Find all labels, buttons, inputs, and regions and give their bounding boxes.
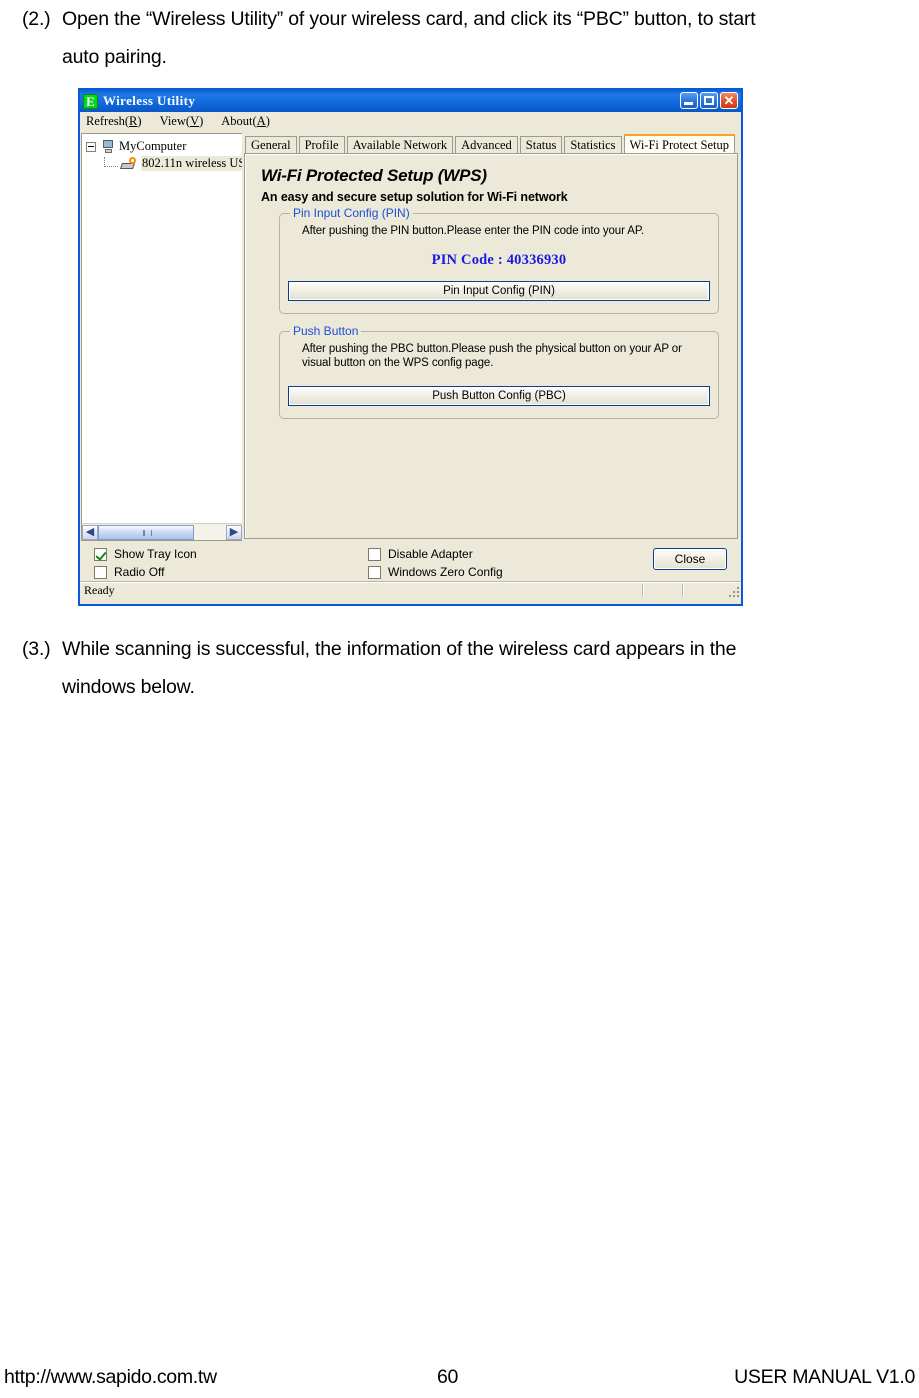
step-text-line2: auto pairing. (62, 46, 167, 68)
tree-row-adapter[interactable]: 802.11n wireless USB (86, 155, 242, 172)
push-button-config-button[interactable]: Push Button Config (PBC) (288, 386, 710, 406)
device-tree[interactable]: MyComputer 802.11n wireless USB (82, 134, 242, 523)
status-divider-2 (682, 584, 683, 597)
maximize-icon (704, 96, 714, 105)
page-footer: http://www.sapido.com.tw 60 USER MANUAL … (0, 1366, 919, 1398)
app-icon: E (83, 93, 98, 109)
instruction-step-2: (2.) Open the “Wireless Utility” of your… (0, 0, 898, 76)
step-number: (2.) (22, 8, 51, 30)
pin-code-value: PIN Code : 40336930 (431, 252, 567, 268)
show-tray-icon-label: Show Tray Icon (114, 547, 197, 561)
device-tree-panel[interactable]: MyComputer 802.11n wireless USB ◀ ▶ (81, 133, 242, 541)
minimize-button[interactable] (680, 92, 698, 109)
pin-input-config-group: Pin Input Config (PIN) After pushing the… (279, 206, 719, 314)
radio-off-label: Radio Off (114, 565, 165, 579)
wps-subtitle: An easy and secure setup solution for Wi… (261, 190, 568, 204)
wps-title: Wi-Fi Protected Setup (WPS) (261, 166, 487, 185)
scroll-thumb[interactable] (98, 524, 194, 540)
tab-status[interactable]: Status (519, 136, 563, 153)
step-text: Open the “Wireless Utility” of your wire… (62, 0, 898, 76)
checkbox-row-show-tray-icon[interactable]: Show Tray Icon (94, 545, 197, 563)
windows-zero-config-label: Windows Zero Config (388, 565, 503, 579)
step-text-line1: While scanning is successful, the inform… (62, 638, 737, 660)
scroll-left-icon[interactable]: ◀ (82, 524, 98, 540)
window-title: Wireless Utility (103, 93, 196, 108)
windows-zero-config-checkbox[interactable] (368, 565, 381, 579)
push-button-group: Push Button After pushing the PBC button… (279, 324, 719, 419)
close-button[interactable]: Close (653, 548, 727, 570)
footer-manual-version: USER MANUAL V1.0 (734, 1366, 915, 1388)
menu-item-view[interactable]: View(V) (160, 114, 204, 129)
step-text-line1: Open the “Wireless Utility” of your wire… (62, 8, 756, 30)
tree-label-root: MyComputer (119, 139, 187, 153)
close-icon: ✕ (723, 93, 735, 108)
show-tray-icon-checkbox[interactable] (94, 547, 107, 561)
disable-adapter-checkbox[interactable] (368, 547, 381, 561)
status-divider-1 (642, 584, 643, 597)
checkbox-row-windows-zero-config[interactable]: Windows Zero Config (368, 563, 503, 581)
tabstrip[interactable]: General Profile Available Network Advanc… (245, 134, 738, 153)
step-text-line2: windows below. (62, 676, 195, 698)
window-titlebar[interactable]: E Wireless Utility ✕ (80, 90, 741, 112)
tab-general[interactable]: General (245, 136, 297, 153)
window-body: MyComputer 802.11n wireless USB ◀ ▶ (80, 132, 741, 541)
step-text: While scanning is successful, the inform… (62, 630, 898, 706)
menu-bar[interactable]: Refresh(R) View(V) About(A) (80, 112, 741, 132)
pin-input-config-button[interactable]: Pin Input Config (PIN) (288, 281, 710, 301)
scroll-right-icon[interactable]: ▶ (226, 524, 242, 540)
computer-icon (101, 139, 115, 154)
minimize-icon (684, 102, 693, 105)
pin-group-description: After pushing the PIN button.Please ente… (302, 225, 645, 237)
tab-advanced[interactable]: Advanced (455, 136, 518, 153)
options-bar: Show Tray Icon Radio Off Disable Adapter… (80, 541, 741, 581)
tab-available-network[interactable]: Available Network (346, 136, 454, 153)
pin-group-legend: Pin Input Config (PIN) (293, 206, 410, 220)
window-controls[interactable]: ✕ (680, 92, 738, 109)
tree-connector (104, 156, 118, 167)
tab-wifi-protect-setup[interactable]: Wi-Fi Protect Setup (623, 134, 736, 153)
push-group-description: After pushing the PBC button.Please push… (302, 343, 682, 369)
push-group-legend: Push Button (293, 324, 359, 338)
footer-url: http://www.sapido.com.tw (4, 1366, 217, 1388)
wireless-utility-window[interactable]: E Wireless Utility ✕ Refresh(R) View(V) … (78, 88, 743, 606)
instruction-step-3: (3.) While scanning is successful, the i… (0, 630, 898, 706)
scroll-track[interactable] (98, 524, 226, 540)
expander-icon[interactable] (86, 141, 96, 152)
menu-item-about[interactable]: About(A) (221, 114, 270, 129)
wireless-adapter-icon (120, 156, 138, 171)
checkbox-row-radio-off[interactable]: Radio Off (94, 563, 197, 581)
wps-tab-content: Wi-Fi Protected Setup (WPS) An easy and … (244, 153, 738, 539)
status-text: Ready (84, 582, 115, 597)
menu-item-refresh[interactable]: Refresh(R) (86, 114, 142, 129)
disable-adapter-label: Disable Adapter (388, 547, 473, 561)
tree-row-mycomputer[interactable]: MyComputer (86, 138, 242, 155)
radio-off-checkbox[interactable] (94, 565, 107, 579)
tab-profile[interactable]: Profile (298, 136, 345, 153)
options-column-right: Disable Adapter Windows Zero Config (368, 545, 503, 581)
maximize-button[interactable] (700, 92, 718, 109)
tab-panel: General Profile Available Network Advanc… (242, 132, 741, 541)
footer-page-number: 60 (437, 1366, 459, 1388)
close-window-button[interactable]: ✕ (720, 92, 738, 109)
tab-statistics[interactable]: Statistics (564, 136, 622, 153)
tree-horizontal-scrollbar[interactable]: ◀ ▶ (82, 523, 242, 540)
checkbox-row-disable-adapter[interactable]: Disable Adapter (368, 545, 503, 563)
step-number: (3.) (22, 638, 51, 660)
status-bar: Ready (80, 581, 741, 598)
options-column-left: Show Tray Icon Radio Off (94, 545, 197, 581)
tree-label-adapter: 802.11n wireless USB (141, 156, 242, 171)
resize-grip-icon[interactable] (727, 585, 739, 597)
